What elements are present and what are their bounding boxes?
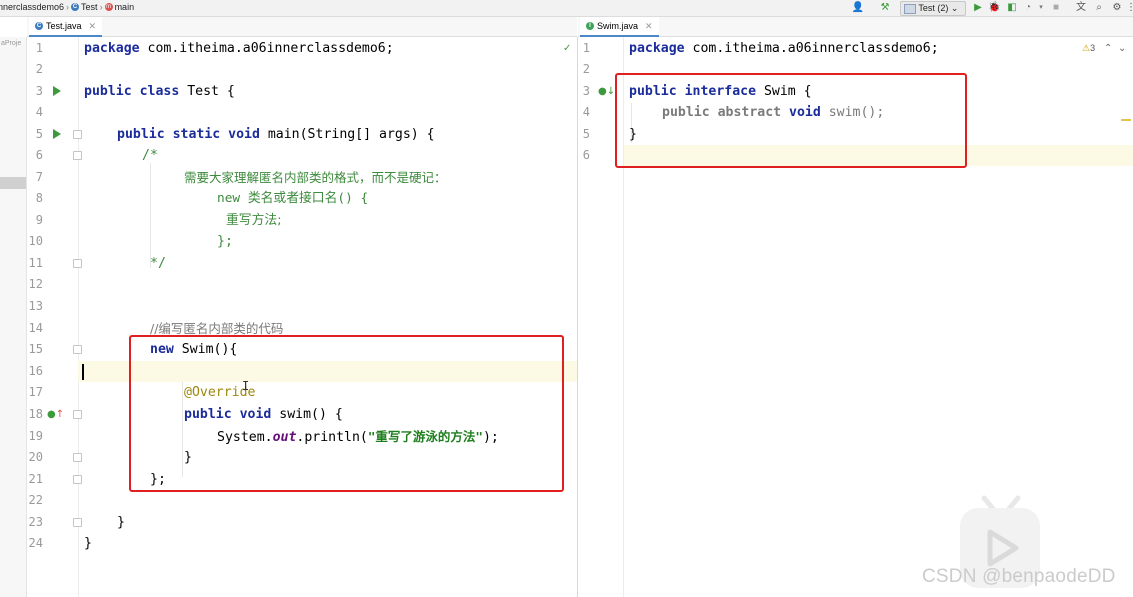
more-icon[interactable]: ⋮: [1126, 1, 1133, 14]
interface-icon: I: [586, 22, 594, 30]
breadcrumb-separator-icon: ›: [66, 2, 70, 12]
next-highlight-icon[interactable]: ⌄: [1118, 38, 1126, 59]
code-line: 9 重写方法;: [35, 213, 282, 228]
code-line: 24 }: [28, 536, 92, 551]
tab-label: Test.java: [46, 21, 82, 31]
debug-icon[interactable]: 🐞: [988, 1, 1000, 14]
fold-icon[interactable]: [73, 453, 82, 462]
fold-icon[interactable]: [73, 475, 82, 484]
code-line: 12: [28, 277, 43, 291]
run-icon[interactable]: ▶: [972, 1, 984, 14]
left-editor-tabs: C Test.java ✕: [27, 17, 577, 37]
navigation-bar: nnerclassdemo6 › C Test › m main 👤 ⚒ Tes…: [0, 0, 1133, 17]
run-gutter-icon[interactable]: [53, 129, 61, 139]
code-line: 6 /*: [35, 148, 158, 163]
left-editor[interactable]: 1 package com.itheima.a06innerclassdemo6…: [27, 37, 578, 597]
text-caret: [82, 364, 84, 380]
stop-icon[interactable]: ■: [1050, 1, 1062, 14]
coverage-icon[interactable]: ◧: [1006, 1, 1018, 14]
gear-icon[interactable]: ⚙: [1110, 1, 1124, 14]
code-line: 13: [28, 299, 43, 313]
search-icon[interactable]: ⌕: [1092, 1, 1106, 14]
breadcrumb-project[interactable]: nnerclassdemo6: [0, 2, 64, 12]
class-icon: C: [35, 22, 43, 30]
interface-highlight-box: [615, 73, 967, 168]
code-line: 1 package com.itheima.a06innerclassdemo6…: [27, 38, 577, 59]
code-line: 10 };: [28, 234, 233, 249]
fold-icon[interactable]: [73, 345, 82, 354]
fold-icon[interactable]: [73, 410, 82, 419]
warning-count: 3: [1090, 43, 1096, 53]
chevron-down-icon: ⌄: [950, 3, 959, 13]
code-line: 23 }: [28, 515, 125, 530]
tab-test-java[interactable]: C Test.java ✕: [29, 17, 103, 37]
build-hammer-icon[interactable]: ⚒: [878, 1, 892, 14]
code-line: 5 public static void main(String[] args)…: [35, 127, 435, 142]
run-config-label: Test (2): [918, 3, 949, 13]
breadcrumb: nnerclassdemo6 › C Test › m main: [0, 2, 134, 12]
scrollbar-marker: [1121, 119, 1131, 121]
check-ok-icon: ✓: [563, 43, 572, 54]
class-icon: C: [71, 3, 80, 11]
run-gutter-icon[interactable]: [53, 86, 61, 96]
project-panel-strip[interactable]: aProje: [0, 37, 27, 597]
fold-icon[interactable]: [73, 151, 82, 160]
code-line: 22: [28, 493, 43, 507]
code-line: 11 */: [28, 256, 166, 271]
code-line: 16: [28, 364, 43, 378]
previous-highlight-icon[interactable]: ⌃: [1104, 38, 1112, 59]
project-selected-row: [0, 177, 26, 189]
code-line: 8 new 类名或者接口名() {: [35, 191, 369, 206]
warning-icon[interactable]: ⚠3: [1082, 38, 1095, 59]
code-line: 1 package com.itheima.a06innerclassdemo6…: [578, 38, 1133, 59]
breadcrumb-separator-icon: ›: [99, 2, 103, 12]
anonymous-class-highlight-box: [129, 335, 564, 492]
profile-icon[interactable]: ◔: [1022, 1, 1034, 14]
code-line: 4: [35, 105, 43, 119]
implements-method-icon[interactable]: ●↑: [47, 404, 64, 425]
method-icon: m: [104, 3, 113, 11]
fold-icon[interactable]: [73, 130, 82, 139]
user-icon[interactable]: 👤: [850, 1, 866, 14]
breadcrumb-method[interactable]: main: [115, 2, 135, 12]
fold-icon[interactable]: [73, 259, 82, 268]
run-configuration-select[interactable]: Test (2) ⌄: [900, 1, 966, 16]
more-run-chevron-icon[interactable]: ▾: [1036, 1, 1046, 14]
project-panel-label: aProje: [1, 40, 22, 47]
close-icon[interactable]: ✕: [89, 21, 97, 32]
translate-icon[interactable]: 文: [1074, 1, 1088, 14]
close-icon[interactable]: ✕: [645, 21, 653, 32]
code-line: 7 需要大家理解匿名内部类的格式，而不是硬记：: [35, 170, 447, 185]
tab-swim-java[interactable]: I Swim.java ✕: [580, 17, 659, 37]
code-line: 3 public class Test {: [35, 84, 235, 99]
tab-label: Swim.java: [597, 21, 639, 31]
implemented-interface-icon[interactable]: ●↓: [598, 81, 615, 102]
fold-icon[interactable]: [73, 518, 82, 527]
breadcrumb-file[interactable]: Test: [81, 2, 98, 12]
right-editor-tabs: I Swim.java ✕: [578, 17, 1133, 37]
watermark-text: CSDN @benpaodeDD: [922, 566, 1116, 587]
code-line: 2: [35, 62, 43, 76]
